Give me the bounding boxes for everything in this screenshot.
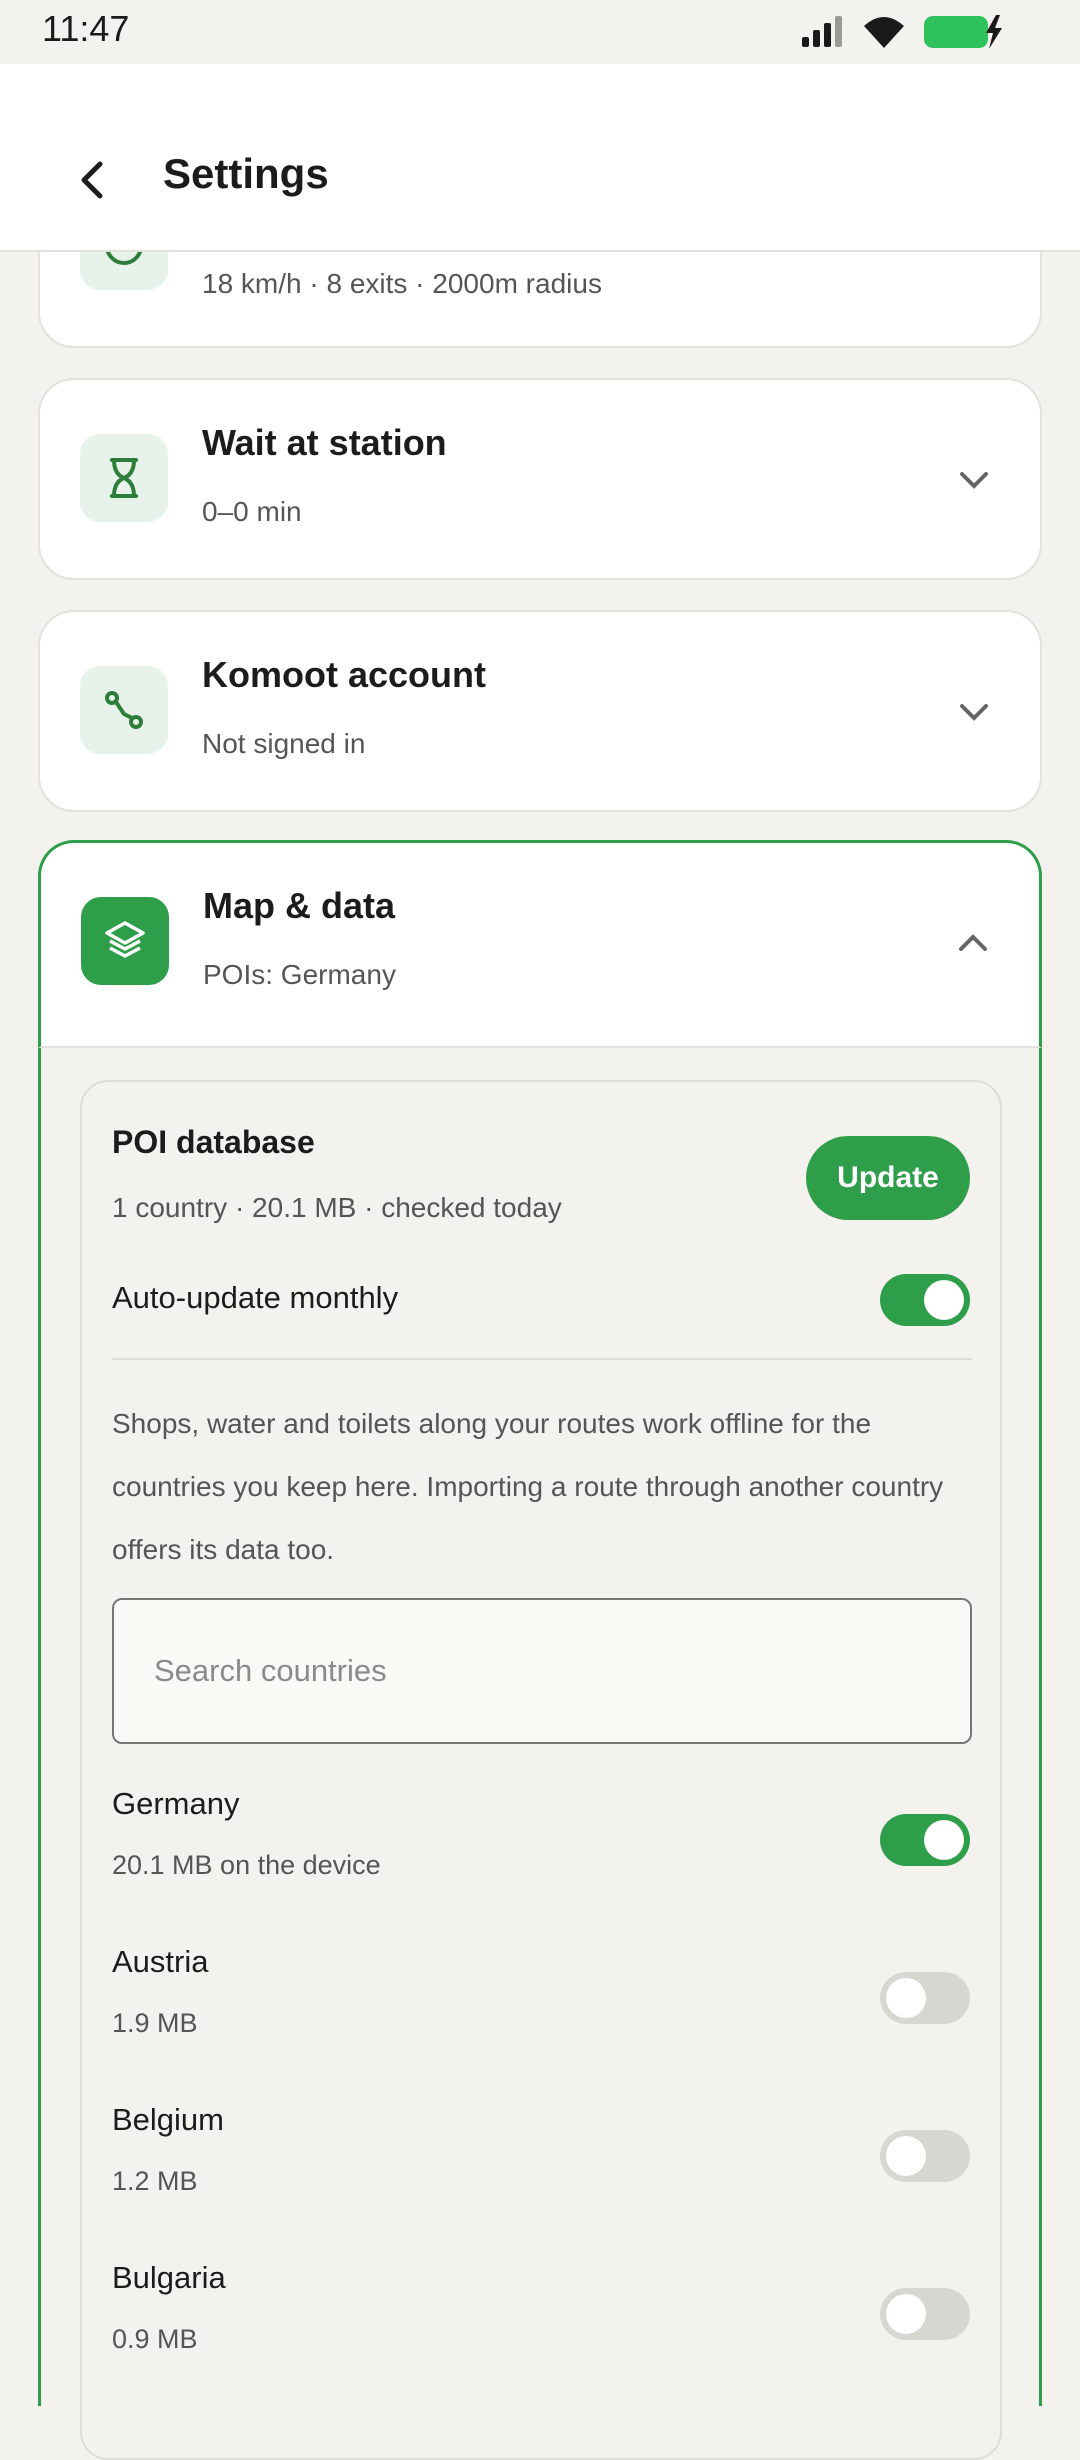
card-subtitle: 18 km/h · 8 exits · 2000m radius (202, 268, 602, 299)
search-countries-input[interactable] (112, 1598, 972, 1744)
auto-update-label: Auto-update monthly (112, 1280, 399, 1315)
country-name: Austria (112, 1944, 209, 1979)
route-icon (105, 691, 143, 729)
chevron-up-icon (951, 921, 995, 965)
card-title: Map & data (203, 885, 396, 926)
update-button[interactable]: Update (806, 1136, 970, 1220)
country-size: 1.9 MB (112, 2008, 198, 2038)
status-bar: 11:47 (0, 0, 1080, 64)
country-size: 1.2 MB (112, 2166, 198, 2196)
country-name: Belgium (112, 2102, 224, 2137)
card-icon-box (81, 897, 169, 985)
divider (112, 1358, 972, 1360)
page-title: Settings (163, 150, 329, 197)
card-wait-at-station[interactable]: Wait at station 0–0 min (38, 378, 1042, 580)
card-subtitle: 0–0 min (202, 496, 302, 527)
card-subtitle: Not signed in (202, 728, 366, 759)
country-toggle-bulgaria[interactable] (880, 2288, 970, 2340)
signal-icon (802, 16, 842, 47)
card-komoot-account[interactable]: Komoot account Not signed in (38, 610, 1042, 812)
app-bar: Settings (0, 64, 1080, 252)
country-size: 20.1 MB on the device (112, 1850, 381, 1880)
card-icon-box (80, 666, 168, 754)
card-title: Wait at station (202, 422, 447, 463)
country-toggle-germany[interactable] (880, 1814, 970, 1866)
country-toggle-belgium[interactable] (880, 2130, 970, 2182)
card-subtitle: POIs: Germany (203, 959, 396, 990)
country-name: Bulgaria (112, 2260, 226, 2295)
auto-update-toggle[interactable] (880, 1274, 970, 1326)
back-button[interactable] (60, 148, 124, 212)
wifi-icon (864, 17, 904, 48)
chevron-down-icon (952, 458, 996, 502)
arrow-back-icon (81, 161, 103, 199)
country-toggle-austria[interactable] (880, 1972, 970, 2024)
country-size: 0.9 MB (112, 2324, 198, 2354)
status-time: 11:47 (42, 8, 130, 49)
card-map-data[interactable]: Map & data POIs: Germany (38, 840, 1042, 1048)
poi-subtitle: 1 country · 20.1 MB · checked today (112, 1192, 562, 1223)
card-icon-box (80, 434, 168, 522)
country-name: Germany (112, 1786, 240, 1821)
hourglass-icon (110, 458, 138, 498)
chevron-down-icon (952, 690, 996, 734)
status-icons (800, 12, 1006, 52)
card-title: Komoot account (202, 654, 486, 695)
layers-icon (105, 921, 145, 958)
poi-database-panel: POI database 1 country · 20.1 MB · check… (80, 1080, 1002, 2460)
poi-title: POI database (112, 1124, 315, 1160)
poi-description: Shops, water and toilets along your rout… (112, 1408, 944, 1565)
battery-charging-icon (924, 15, 1002, 49)
